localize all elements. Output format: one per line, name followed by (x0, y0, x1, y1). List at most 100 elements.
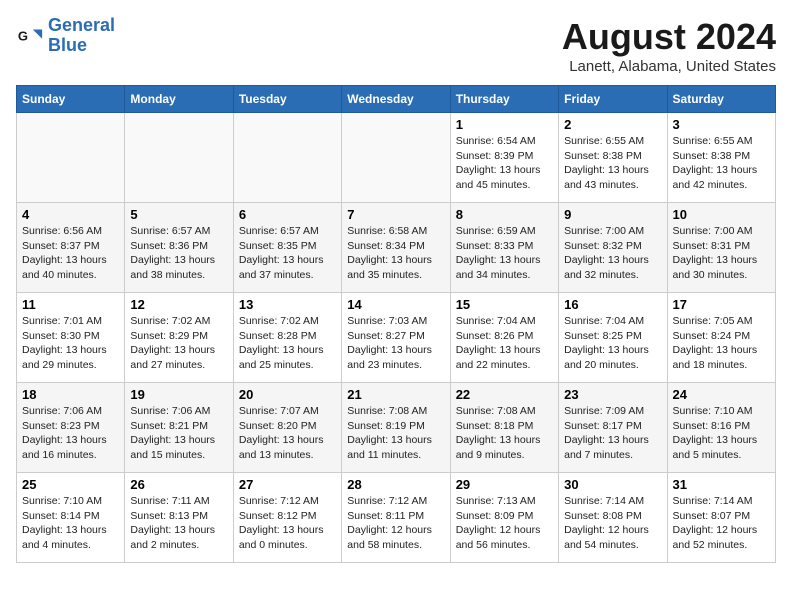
calendar-cell (17, 113, 125, 203)
calendar-cell: 2Sunrise: 6:55 AMSunset: 8:38 PMDaylight… (559, 113, 667, 203)
calendar-cell: 7 Sunrise: 6:58 AMSunset: 8:34 PMDaylight… (342, 203, 450, 293)
day-number: 25 (22, 477, 119, 492)
day-info: Sunrise: 7:07 AMSunset: 8:20 PMDaylight:… (239, 404, 336, 463)
day-number: 20 (239, 387, 336, 402)
day-number: 24 (673, 387, 770, 402)
day-info: Sunrise: 7:14 AMSunset: 8:08 PMDaylight:… (564, 494, 661, 553)
calendar-cell: 22 Sunrise: 7:08 AMSunset: 8:18 PMDayligh… (450, 383, 558, 473)
logo-line1: General (48, 15, 115, 35)
calendar-cell: 23 Sunrise: 7:09 AMSunset: 8:17 PMDayligh… (559, 383, 667, 473)
calendar-cell: 26 Sunrise: 7:11 AMSunset: 8:13 PMDayligh… (125, 473, 233, 563)
calendar-week-1: 1Sunrise: 6:54 AMSunset: 8:39 PMDaylight… (17, 113, 776, 203)
page-header: G General Blue August 2024 Lanett, Alaba… (16, 16, 776, 75)
day-number: 18 (22, 387, 119, 402)
day-number: 14 (347, 297, 444, 312)
day-number: 29 (456, 477, 553, 492)
day-info: Sunrise: 7:10 AMSunset: 8:14 PMDaylight:… (22, 494, 119, 553)
calendar-cell (342, 113, 450, 203)
calendar-cell: 1Sunrise: 6:54 AMSunset: 8:39 PMDaylight… (450, 113, 558, 203)
calendar-cell: 25 Sunrise: 7:10 AMSunset: 8:14 PMDayligh… (17, 473, 125, 563)
day-number: 9 (564, 207, 661, 222)
day-info: Sunrise: 7:00 AMSunset: 8:31 PMDaylight:… (673, 224, 770, 283)
day-info: Sunrise: 7:04 AMSunset: 8:25 PMDaylight:… (564, 314, 661, 373)
day-number: 10 (673, 207, 770, 222)
col-tuesday: Tuesday (233, 86, 341, 113)
day-number: 5 (130, 207, 227, 222)
day-number: 23 (564, 387, 661, 402)
day-info: Sunrise: 7:04 AMSunset: 8:26 PMDaylight:… (456, 314, 553, 373)
calendar-cell (233, 113, 341, 203)
calendar-cell: 18 Sunrise: 7:06 AMSunset: 8:23 PMDayligh… (17, 383, 125, 473)
day-number: 16 (564, 297, 661, 312)
day-number: 30 (564, 477, 661, 492)
location: Lanett, Alabama, United States (562, 58, 776, 75)
calendar-cell: 11 Sunrise: 7:01 AMSunset: 8:30 PMDayligh… (17, 293, 125, 383)
day-info: Sunrise: 7:08 AMSunset: 8:18 PMDaylight:… (456, 404, 553, 463)
day-info: Sunrise: 7:12 AMSunset: 8:11 PMDaylight:… (347, 494, 444, 553)
day-info: Sunrise: 6:58 AMSunset: 8:34 PMDaylight:… (347, 224, 444, 283)
col-wednesday: Wednesday (342, 86, 450, 113)
day-info: Sunrise: 6:57 AMSunset: 8:36 PMDaylight:… (130, 224, 227, 283)
logo-icon: G (16, 22, 44, 50)
day-info: Sunrise: 7:06 AMSunset: 8:23 PMDaylight:… (22, 404, 119, 463)
day-number: 2 (564, 117, 661, 132)
col-thursday: Thursday (450, 86, 558, 113)
day-number: 19 (130, 387, 227, 402)
day-info: Sunrise: 7:08 AMSunset: 8:19 PMDaylight:… (347, 404, 444, 463)
calendar-week-4: 18 Sunrise: 7:06 AMSunset: 8:23 PMDayligh… (17, 383, 776, 473)
day-number: 17 (673, 297, 770, 312)
day-number: 7 (347, 207, 444, 222)
day-info: Sunrise: 7:12 AMSunset: 8:12 PMDaylight:… (239, 494, 336, 553)
day-number: 8 (456, 207, 553, 222)
day-info: Sunrise: 7:06 AMSunset: 8:21 PMDaylight:… (130, 404, 227, 463)
calendar-week-5: 25 Sunrise: 7:10 AMSunset: 8:14 PMDayligh… (17, 473, 776, 563)
calendar-cell: 20 Sunrise: 7:07 AMSunset: 8:20 PMDayligh… (233, 383, 341, 473)
calendar-cell: 30 Sunrise: 7:14 AMSunset: 8:08 PMDayligh… (559, 473, 667, 563)
logo-line2: Blue (48, 35, 87, 55)
calendar-cell: 27Sunrise: 7:12 AMSunset: 8:12 PMDayligh… (233, 473, 341, 563)
calendar-cell: 15Sunrise: 7:04 AMSunset: 8:26 PMDayligh… (450, 293, 558, 383)
day-number: 1 (456, 117, 553, 132)
calendar-cell (125, 113, 233, 203)
day-info: Sunrise: 7:01 AMSunset: 8:30 PMDaylight:… (22, 314, 119, 373)
day-number: 21 (347, 387, 444, 402)
calendar-cell: 3 Sunrise: 6:55 AMSunset: 8:38 PMDaylight… (667, 113, 775, 203)
day-number: 6 (239, 207, 336, 222)
day-number: 28 (347, 477, 444, 492)
col-friday: Friday (559, 86, 667, 113)
day-number: 22 (456, 387, 553, 402)
day-number: 4 (22, 207, 119, 222)
day-info: Sunrise: 7:13 AMSunset: 8:09 PMDaylight:… (456, 494, 553, 553)
logo: G General Blue (16, 16, 115, 56)
calendar-cell: 24Sunrise: 7:10 AMSunset: 8:16 PMDayligh… (667, 383, 775, 473)
day-info: Sunrise: 6:57 AMSunset: 8:35 PMDaylight:… (239, 224, 336, 283)
calendar-cell: 8Sunrise: 6:59 AMSunset: 8:33 PMDaylight… (450, 203, 558, 293)
calendar-cell: 9Sunrise: 7:00 AMSunset: 8:32 PMDaylight… (559, 203, 667, 293)
day-info: Sunrise: 7:11 AMSunset: 8:13 PMDaylight:… (130, 494, 227, 553)
day-info: Sunrise: 7:03 AMSunset: 8:27 PMDaylight:… (347, 314, 444, 373)
calendar-week-2: 4Sunrise: 6:56 AMSunset: 8:37 PMDaylight… (17, 203, 776, 293)
day-info: Sunrise: 6:55 AMSunset: 8:38 PMDaylight:… (673, 134, 770, 193)
col-sunday: Sunday (17, 86, 125, 113)
day-info: Sunrise: 7:02 AMSunset: 8:28 PMDaylight:… (239, 314, 336, 373)
calendar-week-3: 11 Sunrise: 7:01 AMSunset: 8:30 PMDayligh… (17, 293, 776, 383)
weekday-row: Sunday Monday Tuesday Wednesday Thursday… (17, 86, 776, 113)
calendar-cell: 14 Sunrise: 7:03 AMSunset: 8:27 PMDayligh… (342, 293, 450, 383)
calendar-cell: 17Sunrise: 7:05 AMSunset: 8:24 PMDayligh… (667, 293, 775, 383)
day-number: 31 (673, 477, 770, 492)
day-number: 3 (673, 117, 770, 132)
svg-text:G: G (18, 28, 28, 43)
calendar-cell: 6 Sunrise: 6:57 AMSunset: 8:35 PMDaylight… (233, 203, 341, 293)
day-info: Sunrise: 7:14 AMSunset: 8:07 PMDaylight:… (673, 494, 770, 553)
calendar-body: 1Sunrise: 6:54 AMSunset: 8:39 PMDaylight… (17, 113, 776, 563)
day-info: Sunrise: 7:09 AMSunset: 8:17 PMDaylight:… (564, 404, 661, 463)
calendar-cell: 28 Sunrise: 7:12 AMSunset: 8:11 PMDayligh… (342, 473, 450, 563)
col-monday: Monday (125, 86, 233, 113)
day-number: 11 (22, 297, 119, 312)
day-number: 26 (130, 477, 227, 492)
calendar-table: Sunday Monday Tuesday Wednesday Thursday… (16, 85, 776, 563)
calendar-cell: 21 Sunrise: 7:08 AMSunset: 8:19 PMDayligh… (342, 383, 450, 473)
calendar-cell: 13 Sunrise: 7:02 AMSunset: 8:28 PMDayligh… (233, 293, 341, 383)
day-number: 13 (239, 297, 336, 312)
title-block: August 2024 Lanett, Alabama, United Stat… (562, 16, 776, 75)
